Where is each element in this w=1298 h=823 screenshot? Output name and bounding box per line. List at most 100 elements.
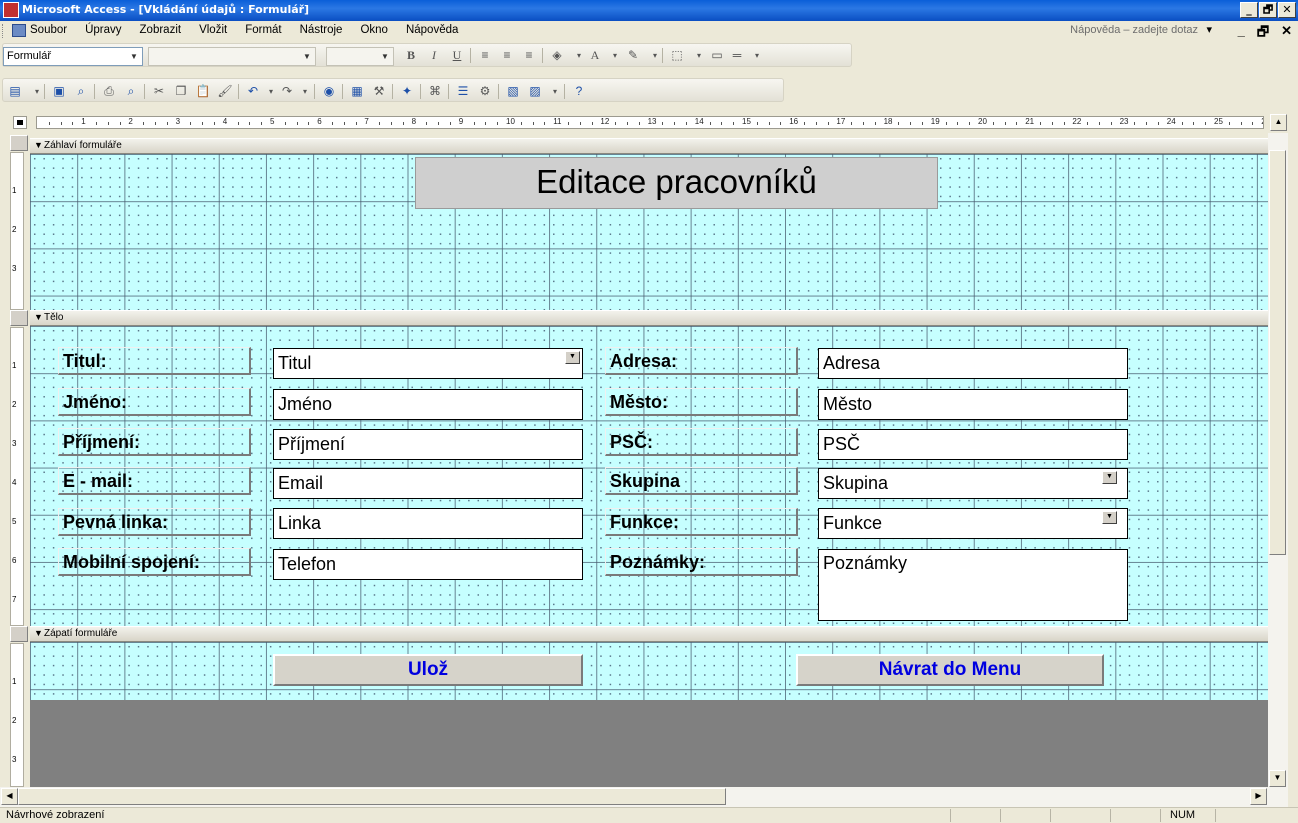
menu-zobrazit[interactable]: Zobrazit (140, 24, 182, 36)
hyperlink-icon[interactable]: ◉ (320, 83, 338, 100)
code-icon[interactable]: ⌘ (426, 83, 444, 100)
help-dropdown-icon[interactable]: ▾ (1206, 23, 1212, 36)
minimize-button[interactable]: _ (1240, 2, 1258, 18)
object-select[interactable]: Formulář ▼ (3, 47, 143, 66)
database-window-icon[interactable]: ▧ (504, 83, 522, 100)
label-adresa[interactable]: Adresa: (605, 347, 798, 375)
paste-icon[interactable]: 📋 (194, 83, 212, 100)
special-effect-icon[interactable]: ▭ (708, 47, 726, 64)
scroll-right-icon[interactable]: ▶ (1250, 788, 1267, 805)
toolbox-icon[interactable]: ⚒ (370, 83, 388, 100)
restore-button[interactable]: 🗗 (1259, 2, 1277, 18)
copy-icon[interactable]: ❐ (172, 83, 190, 100)
bold-button[interactable]: B (402, 47, 420, 64)
line-color-icon[interactable]: ✎ (624, 47, 642, 64)
builder-icon[interactable]: ⚙ (476, 83, 494, 100)
combo-dropdown-icon[interactable]: ▼ (1102, 471, 1117, 484)
combo-dropdown-icon[interactable]: ▼ (1102, 511, 1117, 524)
print-preview-icon[interactable]: ⌕ (122, 83, 140, 100)
undo-icon[interactable]: ↶ (244, 83, 262, 100)
close-button[interactable]: ✕ (1278, 2, 1296, 18)
field-linka[interactable]: Linka (273, 508, 583, 539)
autoformat-icon[interactable]: ✦ (398, 83, 416, 100)
header-section-selector[interactable] (10, 135, 28, 151)
search-icon[interactable]: ⌕ (72, 83, 90, 100)
align-left-icon[interactable]: ≡ (476, 47, 494, 64)
save-icon[interactable]: ▣ (50, 83, 68, 100)
field-adresa[interactable]: Adresa (818, 348, 1128, 379)
field-prijmeni[interactable]: Příjmení (273, 429, 583, 460)
chevron-down-icon[interactable]: ▾ (546, 83, 564, 100)
menu-soubor[interactable]: Soubor (30, 24, 67, 36)
label-titul[interactable]: Titul: (58, 347, 251, 375)
form-title-label[interactable]: Editace pracovníků (415, 157, 938, 209)
vertical-scrollbar[interactable]: ▼ (1268, 133, 1288, 787)
field-telefon[interactable]: Telefon (273, 549, 583, 580)
field-list-icon[interactable]: ▦ (348, 83, 366, 100)
save-button[interactable]: Ulož (273, 654, 583, 686)
redo-icon[interactable]: ↷ (278, 83, 296, 100)
help-icon[interactable]: ? (570, 83, 588, 100)
back-to-menu-button[interactable]: Návrat do Menu (796, 654, 1104, 686)
menu-nastroje[interactable]: Nástroje (300, 24, 343, 36)
form-document-icon[interactable] (12, 24, 26, 37)
field-titul[interactable]: Titul ▼ (273, 348, 583, 379)
field-jmeno[interactable]: Jméno (273, 389, 583, 420)
menu-format[interactable]: Formát (245, 24, 281, 36)
section-bar-footer[interactable]: ▼ Zápatí formuláře (30, 626, 1268, 642)
underline-button[interactable]: U (448, 47, 466, 64)
field-skupina[interactable]: Skupina ▼ (818, 468, 1128, 499)
menu-okno[interactable]: Okno (360, 24, 388, 36)
border-width-icon[interactable]: ⬚ (668, 47, 686, 64)
ruler-scale[interactable]: 1 2 3 4 5 6 7 8 9 10 11 12 13 14 15 16 17 18 19 20 21 22 23 24 2… (36, 116, 1264, 129)
properties-icon[interactable]: ☰ (454, 83, 472, 100)
chevron-down-icon[interactable]: ▾ (606, 47, 624, 64)
toolbar-grip[interactable] (2, 24, 6, 38)
scroll-down-icon[interactable]: ▼ (1269, 770, 1286, 787)
scroll-up-icon[interactable]: ▲ (1270, 114, 1287, 131)
align-center-icon[interactable]: ≡ (498, 47, 516, 64)
label-funkce[interactable]: Funkce: (605, 508, 798, 536)
help-search-input[interactable]: Nápověda – zadejte dotaz (1070, 24, 1198, 36)
align-right-icon[interactable]: ≡ (520, 47, 538, 64)
chevron-down-icon[interactable]: ▾ (690, 47, 708, 64)
print-icon[interactable]: ⎙ (100, 83, 118, 100)
chevron-down-icon[interactable]: ▾ (296, 83, 314, 100)
menu-vlozit[interactable]: Vložit (199, 24, 227, 36)
vertical-scroll-thumb[interactable] (1269, 150, 1286, 555)
label-email[interactable]: E - mail: (58, 467, 251, 495)
field-funkce[interactable]: Funkce ▼ (818, 508, 1128, 539)
field-psc[interactable]: PSČ (818, 429, 1128, 460)
field-email[interactable]: Email (273, 468, 583, 499)
chevron-down-icon[interactable]: ▾ (748, 47, 766, 64)
menu-upravy[interactable]: Úpravy (85, 24, 121, 36)
horizontal-scroll-thumb[interactable] (18, 788, 726, 805)
label-psc[interactable]: PSČ: (605, 428, 798, 456)
cut-icon[interactable]: ✂ (150, 83, 168, 100)
footer-section-selector[interactable] (10, 626, 28, 642)
line-style-icon[interactable]: ═ (728, 47, 746, 64)
font-name-select[interactable]: ▼ (148, 47, 316, 66)
form-selector[interactable] (13, 116, 27, 129)
font-color-icon[interactable]: A (586, 47, 604, 64)
view-icon[interactable]: ▤ (6, 83, 24, 100)
label-prijmeni[interactable]: Příjmení: (58, 428, 251, 456)
access-app-icon[interactable] (3, 2, 19, 18)
label-pevna-linka[interactable]: Pevná linka: (58, 508, 251, 536)
label-mobilni-spojeni[interactable]: Mobilní spojení: (58, 548, 251, 576)
combo-dropdown-icon[interactable]: ▼ (565, 351, 580, 364)
label-poznamky[interactable]: Poznámky: (605, 548, 798, 576)
italic-button[interactable]: I (425, 47, 443, 64)
horizontal-scrollbar[interactable]: ◀ ▶ (0, 787, 1288, 807)
section-bar-detail[interactable]: ▼ Tělo (30, 310, 1268, 326)
fill-color-icon[interactable]: ◈ (548, 47, 566, 64)
label-jmeno[interactable]: Jméno: (58, 388, 251, 416)
field-mesto[interactable]: Město (818, 389, 1128, 420)
scroll-left-icon[interactable]: ◀ (1, 788, 18, 805)
menu-napoveda[interactable]: Nápověda (406, 24, 458, 36)
field-poznamky[interactable]: Poznámky (818, 549, 1128, 621)
new-object-icon[interactable]: ▨ (526, 83, 544, 100)
section-bar-header[interactable]: ▼ Záhlaví formuláře (30, 138, 1268, 154)
label-skupina[interactable]: Skupina (605, 467, 798, 495)
format-painter-icon[interactable]: 🖌 (216, 83, 234, 100)
